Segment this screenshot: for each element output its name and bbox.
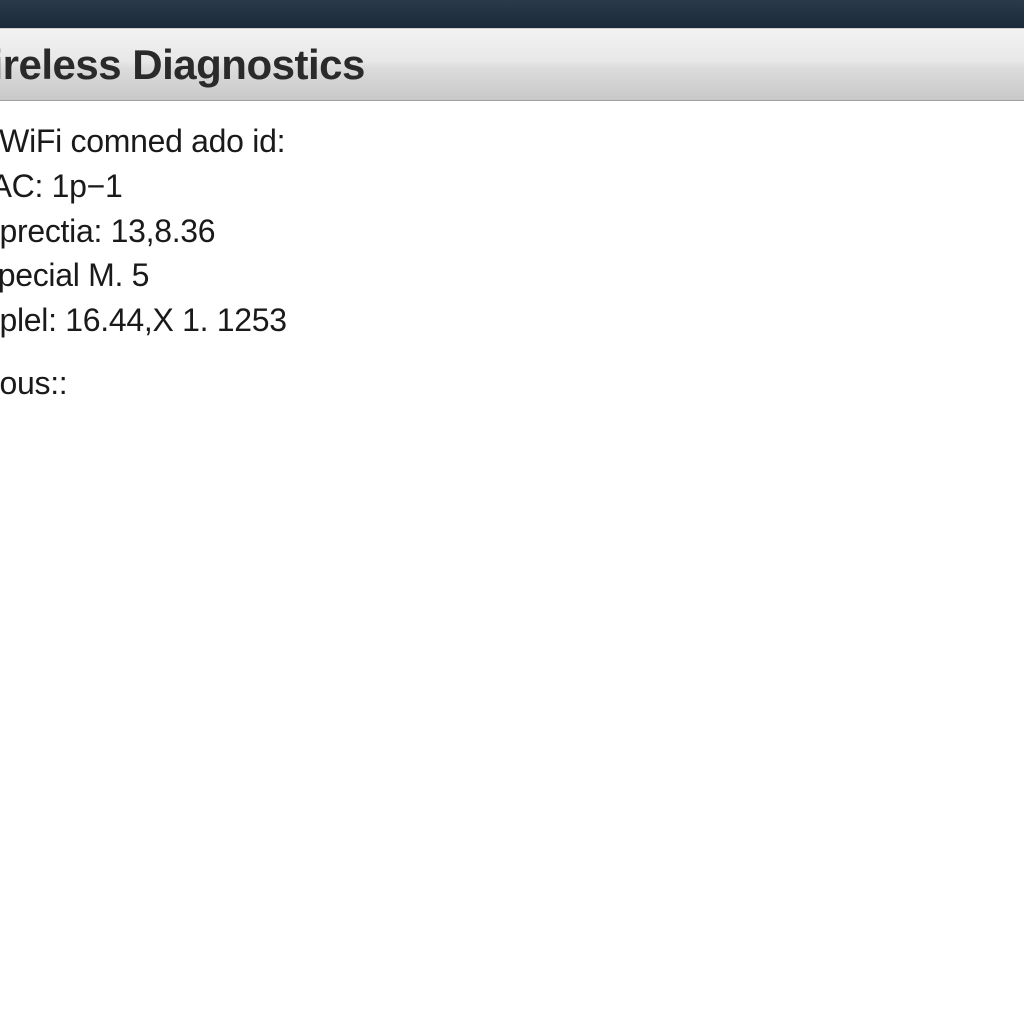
desktop-menubar	[0, 0, 1024, 28]
info-line: pous::	[0, 361, 1024, 406]
info-line: eplel: 16.44,X 1. 1253	[0, 298, 1024, 343]
info-line: t WiFi comned ado id:	[0, 119, 1024, 164]
info-line: special M. 5	[0, 253, 1024, 298]
diagnostics-window: 'ireless Diagnostics t WiFi comned ado i…	[0, 28, 1024, 1025]
window-title: 'ireless Diagnostics	[0, 41, 365, 89]
info-line: IAC: 1p−1	[0, 164, 1024, 209]
info-line: dprectia: 13,8.36	[0, 209, 1024, 254]
window-content: t WiFi comned ado id: IAC: 1p−1 dprectia…	[0, 101, 1024, 1025]
window-titlebar[interactable]: 'ireless Diagnostics	[0, 29, 1024, 101]
